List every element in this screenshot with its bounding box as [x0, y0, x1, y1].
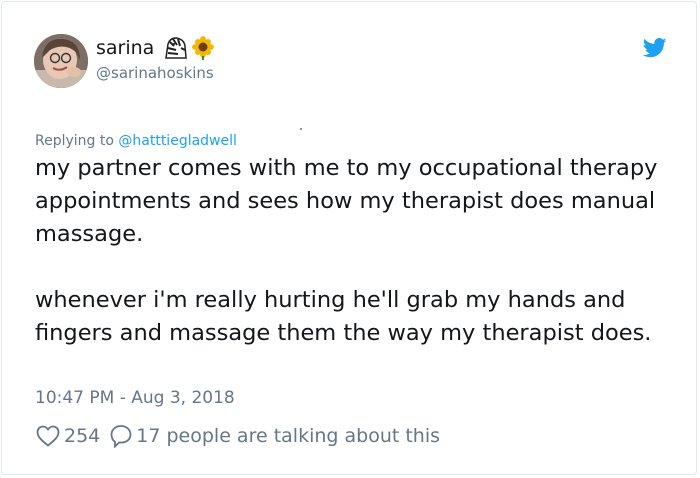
reply-button[interactable]: 17 people are talking about this — [110, 424, 440, 448]
display-name[interactable]: sarina — [96, 37, 154, 59]
heart-icon — [36, 425, 60, 447]
tweet-text: my partner comes with me to my occupatio… — [35, 155, 658, 346]
replying-prefix: Replying to — [35, 133, 119, 149]
zebra-icon — [165, 37, 188, 59]
reply-mention-link[interactable]: @hatttiegladwell — [118, 133, 237, 149]
avatar-photo — [34, 34, 88, 88]
like-count: 254 — [64, 425, 101, 447]
conversation-text: 17 people are talking about this — [136, 425, 441, 447]
avatar[interactable] — [34, 34, 88, 88]
sunflower-icon — [192, 36, 215, 60]
name-emojis — [162, 36, 215, 60]
replying-to: Replying to @hatttiegladwell — [35, 133, 237, 149]
user-name-row[interactable]: sarina — [96, 36, 215, 60]
speech-bubble-icon — [110, 425, 132, 448]
tweet-actions: 254 17 people are talking about this — [36, 424, 440, 448]
like-button[interactable]: 254 — [36, 425, 100, 447]
stray-dot — [300, 128, 302, 130]
user-handle[interactable]: @sarinahoskins — [96, 64, 214, 82]
tweet-card: sarina @sarinahoskins Replying to @hattt… — [1, 1, 697, 475]
twitter-bird-icon[interactable] — [643, 38, 667, 58]
tweet-timestamp[interactable]: 10:47 PM - Aug 3, 2018 — [35, 388, 235, 408]
